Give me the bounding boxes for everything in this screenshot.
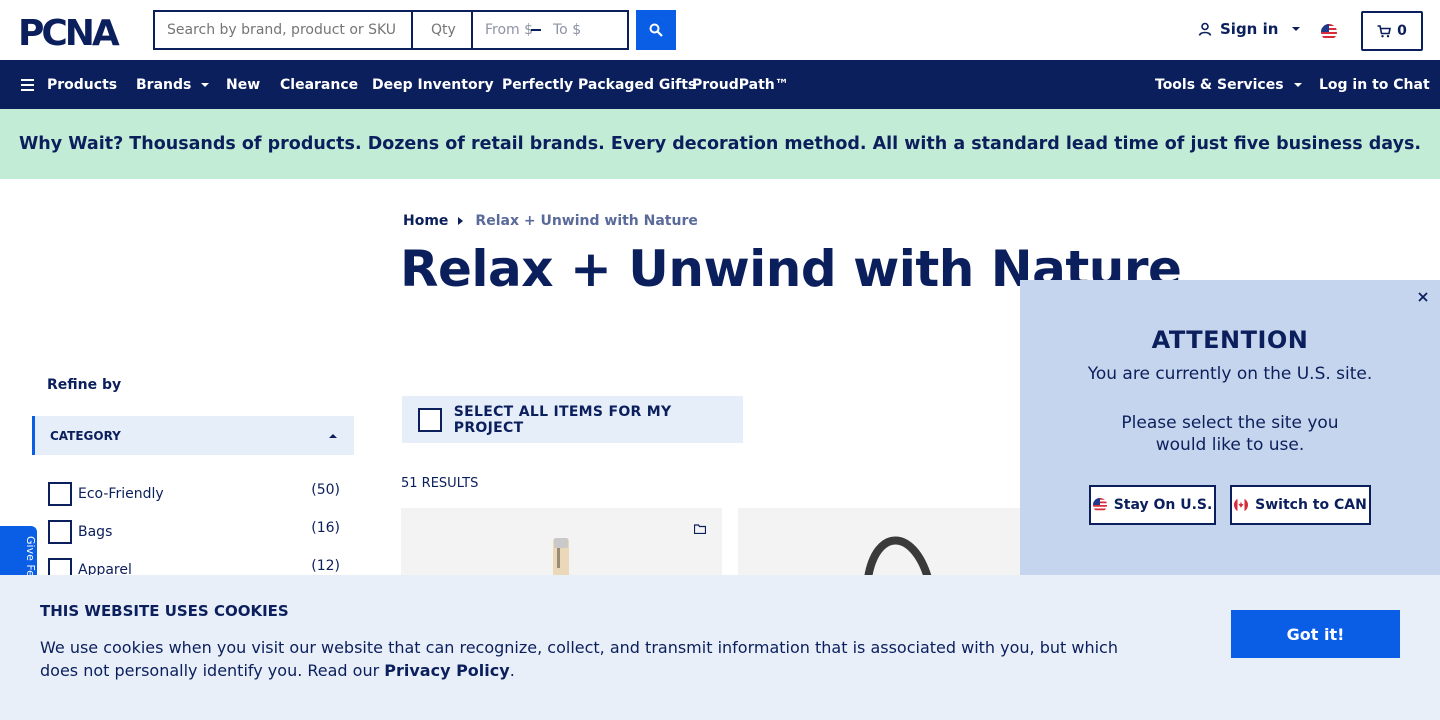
category-header-label: CATEGORY <box>50 428 121 443</box>
nav-chat-label: Log in to Chat <box>1319 76 1430 93</box>
modal-current-site-text: You are currently on the U.S. site. <box>1087 364 1373 384</box>
checkbox[interactable] <box>48 520 72 544</box>
chevron-down-icon <box>1292 27 1301 31</box>
nav-deep-inventory-label: Deep Inventory <box>372 76 494 93</box>
cookie-period: . <box>509 661 515 680</box>
category-count: (12) <box>311 558 340 574</box>
qty-input[interactable] <box>411 10 473 50</box>
chevron-down-icon <box>201 82 210 87</box>
nav-clearance[interactable]: Clearance <box>280 60 358 109</box>
top-header: PCNA From $ To $ Sign in <box>0 0 1440 60</box>
nav-deep-inventory[interactable]: Deep Inventory <box>372 60 494 109</box>
breadcrumb-arrow-icon <box>458 217 464 225</box>
nav-products[interactable]: Products <box>21 60 117 109</box>
price-range: From $ To $ <box>473 10 629 50</box>
svg-text:PCNA: PCNA <box>18 14 120 48</box>
checkbox[interactable] <box>48 482 72 506</box>
category-option[interactable]: Eco-Friendly (50) <box>48 482 340 506</box>
pcna-logo[interactable]: PCNA <box>18 14 136 48</box>
stay-us-button[interactable]: Stay On U.S. <box>1089 485 1216 525</box>
chevron-up-icon <box>329 434 337 438</box>
cookie-banner: THIS WEBSITE USES COOKIES We use cookies… <box>0 575 1440 720</box>
stay-us-label: Stay On U.S. <box>1113 497 1213 513</box>
results-count: 51 RESULTS <box>401 476 479 491</box>
folder-icon[interactable] <box>694 524 706 534</box>
checkbox[interactable] <box>418 407 442 432</box>
category-count: (16) <box>311 520 340 536</box>
cookie-text: We use cookies when you visit our websit… <box>40 636 1140 682</box>
refine-label: Refine by <box>47 377 122 393</box>
breadcrumb-home[interactable]: Home <box>403 213 448 229</box>
modal-instruction-text: Please select the site you would like to… <box>1121 413 1339 455</box>
category-option[interactable]: Bags (16) <box>48 520 340 544</box>
switch-can-label: Switch to CAN <box>1255 497 1367 513</box>
canada-flag-icon <box>1234 498 1249 512</box>
nav-new[interactable]: New <box>226 60 260 109</box>
nav-brands-label: Brands <box>136 76 192 93</box>
user-icon <box>1198 22 1212 36</box>
nav-new-label: New <box>226 76 261 93</box>
breadcrumb-current: Relax + Unwind with Nature <box>475 213 698 229</box>
hamburger-icon <box>21 78 34 91</box>
chevron-down-icon <box>1293 82 1302 87</box>
select-all-button[interactable]: SELECT ALL ITEMS FOR MY PROJECT <box>402 396 743 443</box>
site-selection-modal: ATTENTION You are currently on the U.S. … <box>1020 280 1440 576</box>
got-it-button[interactable]: Got it! <box>1231 610 1400 658</box>
nav-tools-label: Tools & Services <box>1155 76 1284 93</box>
privacy-policy-link[interactable]: Privacy Policy <box>384 661 509 680</box>
us-flag-icon[interactable] <box>1321 24 1337 40</box>
search-icon <box>649 23 663 37</box>
category-label: Eco-Friendly <box>78 486 164 502</box>
search-button[interactable] <box>636 10 676 50</box>
nav-products-label: Products <box>47 76 118 93</box>
cookie-body: We use cookies when you visit our websit… <box>40 638 1118 680</box>
nav-clearance-label: Clearance <box>280 76 359 93</box>
main-nav: Products Brands New Clearance Deep Inven… <box>0 60 1440 109</box>
category-label: Bags <box>78 524 113 540</box>
breadcrumb: Home Relax + Unwind with Nature <box>403 213 698 229</box>
promo-banner: Why Wait? Thousands of products. Dozens … <box>0 109 1440 179</box>
close-icon[interactable] <box>1416 290 1430 304</box>
category-filter-header[interactable]: CATEGORY <box>32 416 354 455</box>
sign-in-menu[interactable]: Sign in <box>1198 20 1301 38</box>
cart-count: 0 <box>1397 23 1407 39</box>
search-input[interactable] <box>153 10 411 50</box>
price-to-input[interactable]: To $ <box>553 22 581 38</box>
us-flag-icon <box>1092 498 1107 512</box>
nav-brands[interactable]: Brands <box>136 60 210 109</box>
nav-gifts[interactable]: Perfectly Packaged Gifts <box>502 60 696 109</box>
price-from-input[interactable]: From $ <box>485 22 535 38</box>
search-group: From $ To $ <box>153 10 629 50</box>
nav-chat[interactable]: Log in to Chat <box>1319 60 1430 109</box>
nav-proudpath-label: ProudPath™ <box>692 76 789 93</box>
modal-title: ATTENTION <box>1151 326 1309 354</box>
select-all-label: SELECT ALL ITEMS FOR MY PROJECT <box>453 403 672 436</box>
cart-icon <box>1377 24 1392 37</box>
category-count: (50) <box>311 482 340 498</box>
switch-can-button[interactable]: Switch to CAN <box>1230 485 1371 525</box>
cookie-title: THIS WEBSITE USES COOKIES <box>40 602 289 620</box>
nav-proudpath[interactable]: ProudPath™ <box>692 60 789 109</box>
feedback-label: Give Fe <box>24 536 37 577</box>
promo-text: Why Wait? Thousands of products. Dozens … <box>18 134 1422 154</box>
price-dash <box>531 29 541 31</box>
sign-in-label: Sign in <box>1220 20 1279 38</box>
nav-tools-services[interactable]: Tools & Services <box>1155 60 1302 109</box>
nav-gifts-label: Perfectly Packaged Gifts <box>502 76 697 93</box>
cart-button[interactable]: 0 <box>1361 11 1423 51</box>
